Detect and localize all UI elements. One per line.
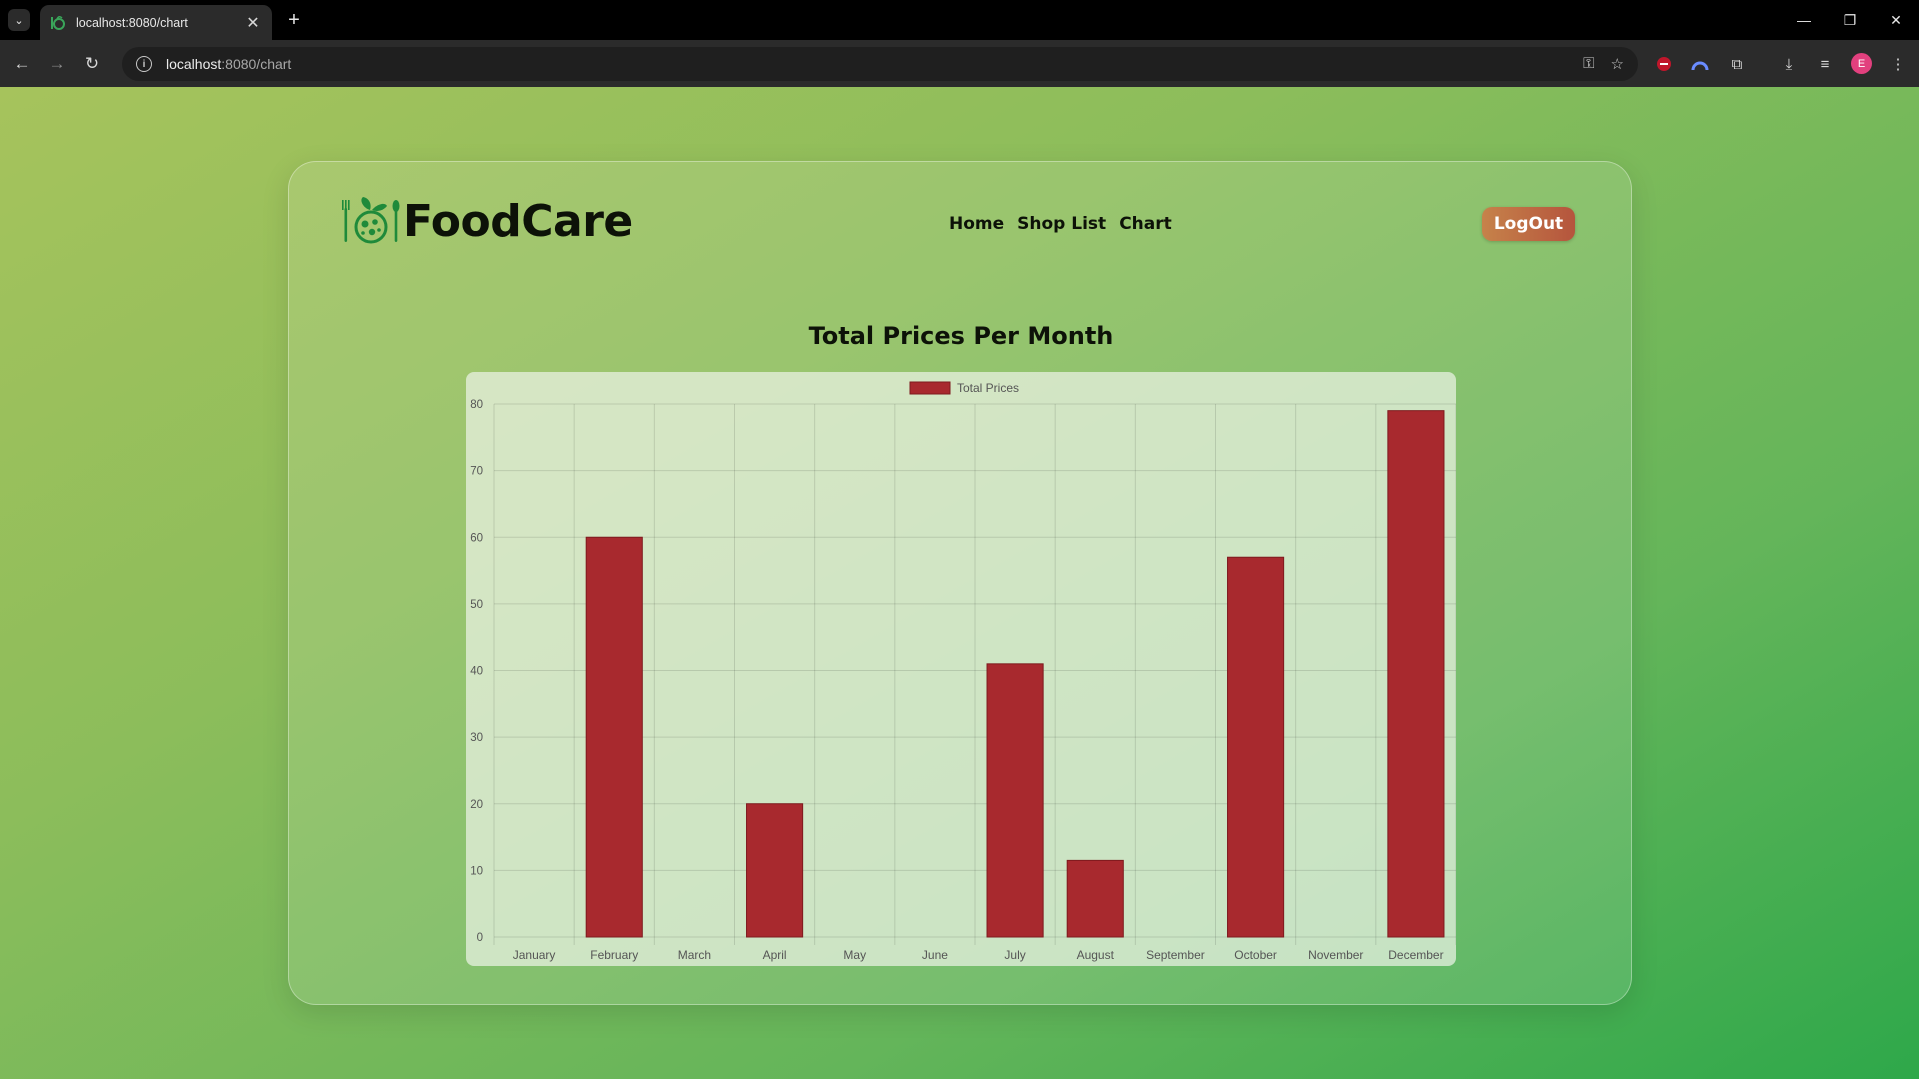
bar-april [746,803,804,938]
x-tick-label: October [1234,948,1277,962]
y-tick-label: 40 [470,666,483,678]
minimize-icon[interactable]: — [1781,0,1827,40]
extension-arc-icon[interactable] [1688,52,1712,76]
bar-october [1227,556,1285,938]
x-tick-label: January [513,948,556,962]
bar-december [1387,410,1445,938]
y-tick-label: 10 [470,865,483,877]
brand-name: FoodCare [403,195,633,247]
foodcare-logo-icon [342,197,400,244]
main-card: FoodCare Home Shop List Chart LogOut Tot… [288,161,1632,1005]
key-icon[interactable]: ⚿ [1583,55,1594,73]
nav-chart[interactable]: Chart [1119,214,1172,234]
browser-tab-active[interactable]: localhost:8080/chart ✕ [40,5,272,40]
page-viewport: FoodCare Home Shop List Chart LogOut Tot… [0,87,1919,1079]
chart-title: Total Prices Per Month [808,322,1114,350]
y-tick-label: 30 [470,732,483,744]
close-window-icon[interactable]: ✕ [1873,0,1919,40]
y-tick-label: 80 [470,399,483,411]
bar-chart: 0 10 20 30 40 50 60 70 80 January February March Apr… [470,381,1456,962]
favicon-icon [50,15,66,31]
x-tick-label: April [763,948,787,962]
kebab-menu-icon[interactable]: ⋮ [1886,52,1910,76]
x-tick-label: July [1004,948,1025,962]
close-tab-icon[interactable]: ✕ [244,13,262,33]
extensions-puzzle-icon[interactable]: ⧉ [1725,52,1749,76]
media-queue-icon[interactable]: ≡ [1813,52,1837,76]
x-tick-label: November [1308,948,1363,962]
x-tick-label: May [843,948,866,962]
forward-arrow-icon[interactable]: → [43,50,71,78]
x-tick-label: February [590,948,638,962]
chart-container: 0 10 20 30 40 50 60 70 80 January February March Apr… [466,372,1456,966]
site-info-icon[interactable]: i [136,56,152,72]
restore-icon[interactable]: ❐ [1827,0,1873,40]
chevron-down-icon: ⌄ [14,14,24,27]
reload-icon[interactable]: ↻ [78,50,106,78]
y-tick-label: 20 [470,799,483,811]
x-tick-label: June [922,948,948,962]
x-tick-label: March [678,948,711,962]
url-path: :8080/chart [221,56,292,72]
x-tick-label: August [1077,948,1115,962]
nav-shop-list[interactable]: Shop List [1017,214,1106,234]
tab-search-button[interactable]: ⌄ [8,9,30,31]
main-nav: Home Shop List Chart [949,214,1172,234]
star-icon[interactable]: ☆ [1611,55,1624,73]
download-icon[interactable]: ⤓ [1777,52,1801,76]
legend-label: Total Prices [957,381,1019,395]
bar-august [1066,859,1124,938]
y-tick-label: 70 [470,466,483,478]
y-tick-label: 50 [470,599,483,611]
bar-february [585,536,643,938]
brand[interactable]: FoodCare [339,195,633,247]
y-tick-label: 60 [470,532,483,544]
tab-title: localhost:8080/chart [76,15,188,30]
back-arrow-icon[interactable]: ← [8,50,36,78]
x-tick-label: December [1388,948,1443,962]
logout-button[interactable]: LogOut [1482,207,1575,241]
nav-home[interactable]: Home [949,214,1004,234]
window-controls: — ❐ ✕ [1781,0,1919,40]
y-tick-label: 0 [477,932,483,944]
x-tick-label: September [1146,948,1205,962]
plus-icon: + [288,9,300,31]
legend-swatch [909,381,951,395]
url-host: localhost [166,56,222,72]
address-bar[interactable]: i localhost:8080/chart ⚿ ☆ [122,47,1638,81]
extension-block-icon[interactable] [1652,52,1676,76]
new-tab-button[interactable]: + [282,8,306,32]
profile-avatar[interactable]: E [1851,53,1872,74]
bar-july [986,663,1044,938]
browser-titlebar: ⌄ localhost:8080/chart ✕ + — ❐ ✕ [0,0,1919,40]
